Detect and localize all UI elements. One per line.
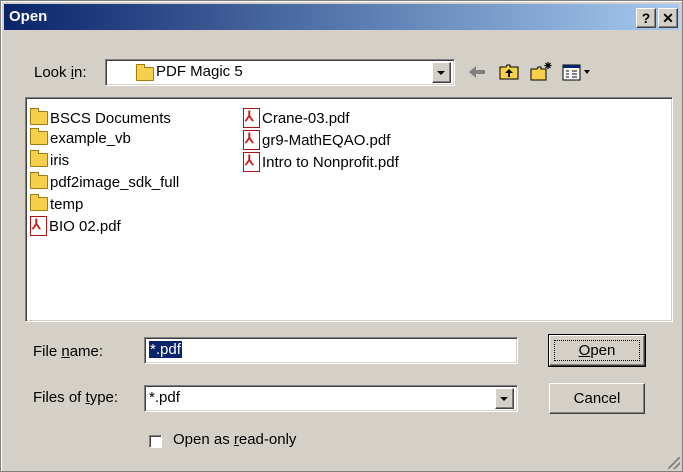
pdf-file-icon (30, 216, 47, 236)
file-name-label: File name: (33, 343, 104, 360)
open-dialog: Open ? ✕ Look in: PDF Magic 5 BSCS Docum… (0, 0, 683, 472)
close-button[interactable]: ✕ (658, 8, 678, 28)
list-item[interactable]: temp (30, 194, 83, 214)
view-menu-icon[interactable] (561, 60, 593, 84)
open-button[interactable]: Open (548, 334, 646, 367)
folder-icon (30, 128, 48, 145)
list-item[interactable]: BIO 02.pdf (30, 216, 121, 236)
look-in-label: Look in: (34, 64, 87, 81)
list-item[interactable]: pdf2image_sdk_full (30, 172, 179, 192)
list-item[interactable]: example_vb (30, 128, 131, 148)
file-list[interactable]: BSCS Documents example_vb iris pdf2image… (25, 97, 673, 322)
cancel-button[interactable]: Cancel (549, 383, 645, 414)
folder-icon (30, 108, 48, 125)
file-type-dropdown-button[interactable] (495, 388, 514, 409)
resize-grip[interactable] (668, 457, 680, 469)
list-item[interactable]: iris (30, 150, 69, 170)
look-in-dropdown-button[interactable] (432, 62, 451, 83)
look-in-combo[interactable]: PDF Magic 5 (105, 59, 455, 86)
pdf-file-icon (243, 152, 260, 172)
file-type-label: Files of type: (33, 389, 119, 406)
file-name-input[interactable]: *.pdf (144, 337, 518, 364)
folder-icon (30, 194, 48, 211)
list-item[interactable]: BSCS Documents (30, 108, 171, 128)
read-only-label[interactable]: Open as read-only (173, 431, 296, 448)
new-folder-icon[interactable] (529, 60, 553, 84)
list-item[interactable]: Intro to Nonprofit.pdf (243, 152, 399, 172)
folder-icon (30, 150, 48, 167)
folder-icon (30, 172, 48, 189)
list-item[interactable]: gr9-MathEQAO.pdf (243, 130, 390, 150)
look-in-value: PDF Magic 5 (156, 63, 243, 80)
folder-open-icon (136, 64, 154, 81)
help-button[interactable]: ? (636, 8, 656, 28)
title-bar[interactable]: Open ? ✕ (4, 4, 679, 30)
pdf-file-icon (243, 108, 260, 128)
pdf-file-icon (243, 130, 260, 150)
list-item[interactable]: Crane-03.pdf (243, 108, 350, 128)
file-type-value: *.pdf (149, 389, 180, 406)
read-only-checkbox[interactable] (149, 435, 162, 448)
up-one-level-icon[interactable] (497, 60, 521, 84)
file-name-value: *.pdf (149, 341, 182, 358)
window-title: Open (9, 8, 48, 25)
file-type-combo[interactable]: *.pdf (144, 385, 518, 412)
back-arrow-icon[interactable] (465, 60, 489, 84)
